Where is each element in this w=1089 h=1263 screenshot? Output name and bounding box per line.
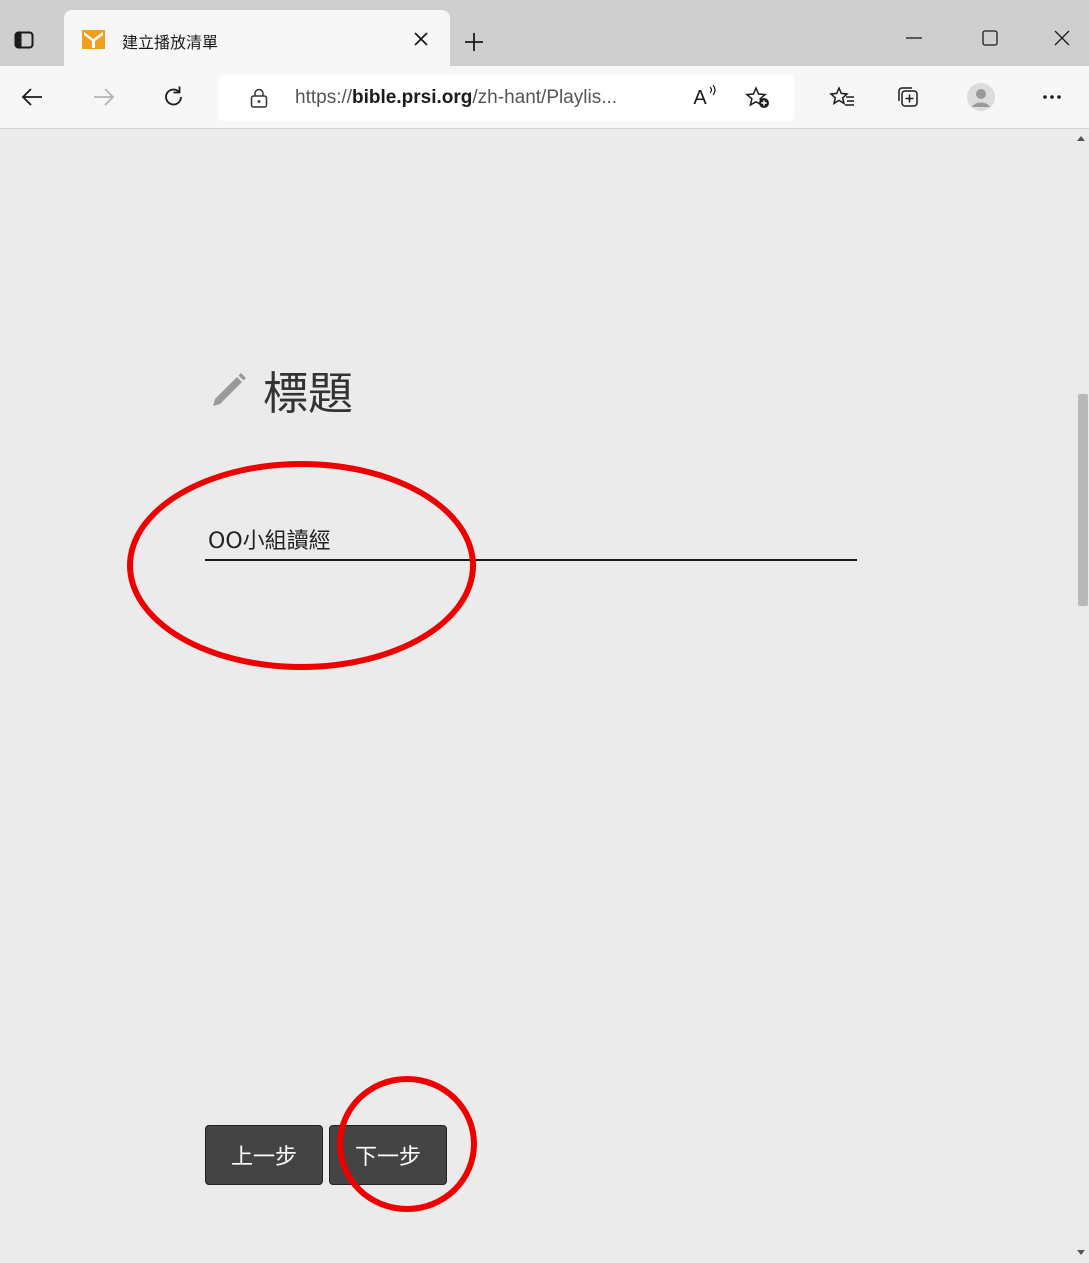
refresh-icon (165, 86, 182, 106)
url-text[interactable]: https://bible.prsi.org/zh-hant/Playlis..… (295, 87, 617, 109)
window-close-button[interactable] (1040, 20, 1084, 56)
sound-waves-icon (709, 84, 716, 95)
tab-actions-icon (14, 31, 34, 49)
tab-actions-button[interactable] (10, 26, 38, 54)
scroll-down-arrow-icon[interactable] (1077, 1250, 1085, 1255)
tab-title: 建立播放清單 (122, 33, 219, 52)
close-icon (414, 32, 428, 46)
read-aloud-label: A (693, 86, 707, 109)
profile-button[interactable] (963, 79, 999, 115)
vertical-scrollbar[interactable] (1074, 129, 1089, 1263)
page-content: 標題 上一步 下一步 (0, 129, 1074, 1263)
window-close-icon (1054, 30, 1070, 46)
avatar-icon (967, 83, 995, 111)
forward-button[interactable] (86, 79, 122, 115)
collections-icon (898, 87, 918, 107)
site-favicon-icon (82, 30, 105, 49)
title-input[interactable] (205, 519, 857, 561)
back-arrow-icon (21, 88, 42, 106)
read-aloud-button[interactable]: A (684, 83, 716, 113)
pencil-icon (213, 373, 246, 406)
annotation-circle-input (127, 461, 476, 670)
previous-step-button[interactable]: 上一步 (205, 1125, 323, 1185)
refresh-button[interactable] (156, 79, 192, 115)
minimize-icon (906, 37, 922, 39)
plus-icon (465, 33, 483, 51)
maximize-button[interactable] (968, 20, 1012, 56)
minimize-button[interactable] (892, 20, 936, 56)
url-prefix: https:// (295, 87, 353, 108)
page-title: 標題 (263, 367, 354, 420)
address-bar[interactable]: https://bible.prsi.org/zh-hant/Playlis..… (218, 75, 794, 121)
tab-close-button[interactable] (407, 25, 435, 53)
url-domain: bible.prsi.org (352, 87, 473, 108)
tab-strip: 建立播放清單 (0, 0, 1089, 66)
more-menu-button[interactable] (1034, 79, 1070, 115)
new-tab-button[interactable] (458, 26, 490, 58)
maximize-icon (982, 30, 998, 46)
favorites-list-icon (829, 86, 854, 106)
url-path: /zh-hant/Playlis... (472, 87, 618, 108)
scroll-up-arrow-icon[interactable] (1077, 136, 1085, 141)
next-step-button[interactable]: 下一步 (329, 1125, 447, 1185)
add-favorite-button[interactable] (742, 83, 774, 113)
back-button[interactable] (14, 79, 50, 115)
scroll-thumb[interactable] (1078, 394, 1088, 606)
forward-arrow-icon (94, 88, 115, 106)
lock-icon[interactable] (248, 87, 270, 109)
read-aloud-icon: A (693, 84, 716, 110)
favorites-button[interactable] (824, 79, 860, 115)
collections-button[interactable] (890, 79, 926, 115)
browser-toolbar: https://bible.prsi.org/zh-hant/Playlis..… (0, 66, 1089, 129)
lock-glyph (250, 88, 268, 108)
active-tab[interactable]: 建立播放清單 (64, 10, 450, 66)
more-dots-icon (1043, 95, 1061, 99)
star-add-icon (745, 86, 769, 108)
